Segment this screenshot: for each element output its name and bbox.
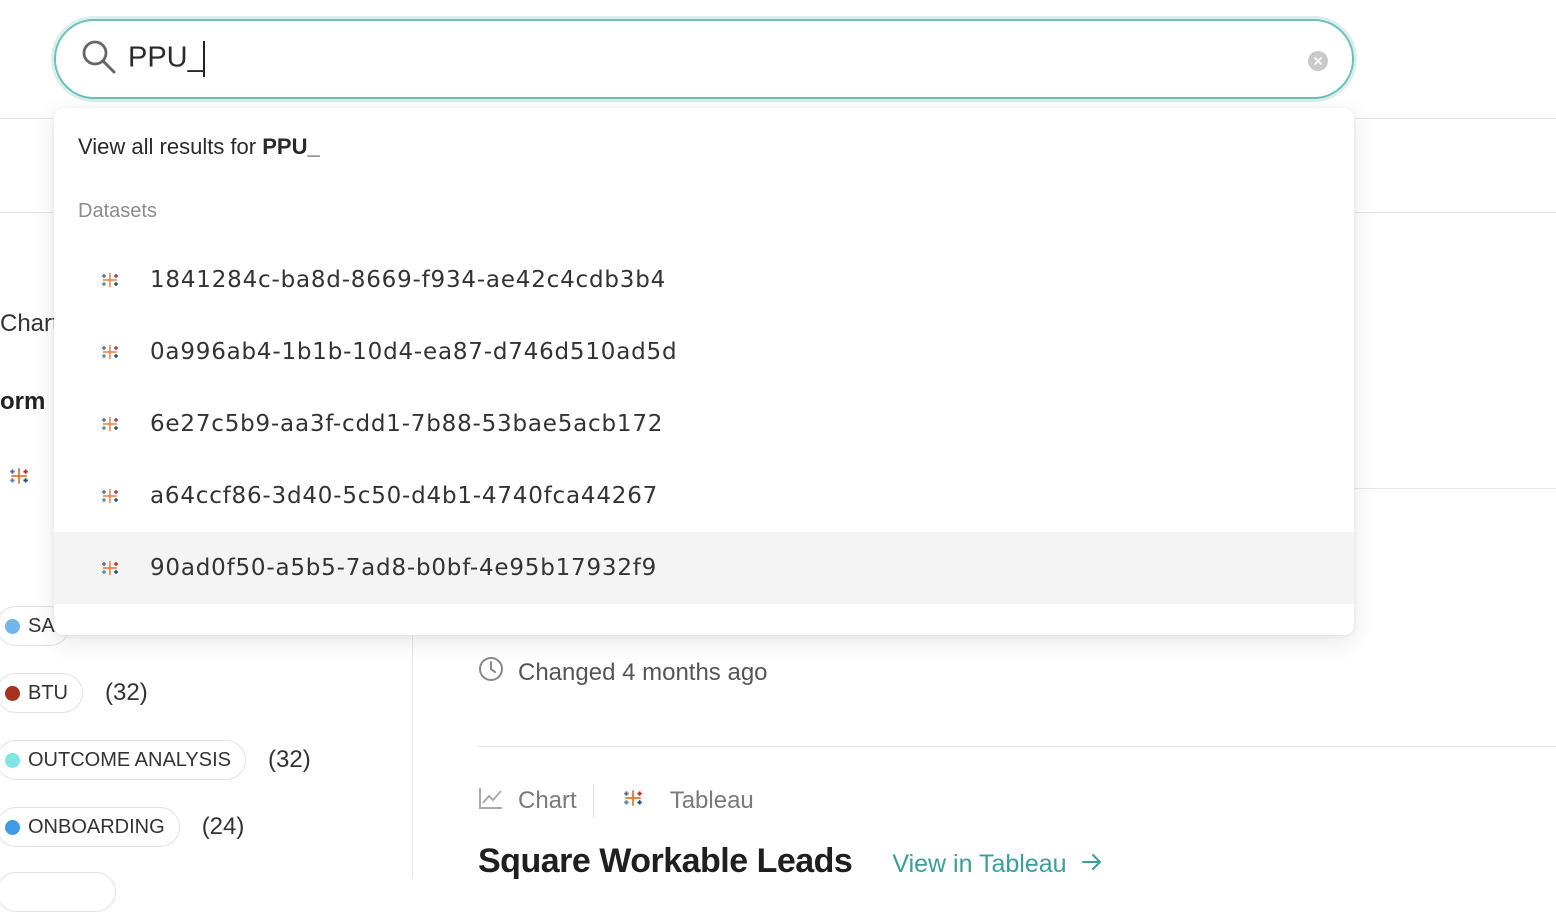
tag-count: (32) bbox=[105, 679, 148, 706]
tableau-icon bbox=[622, 787, 644, 816]
search-icon bbox=[80, 38, 118, 81]
tag-label: BTU bbox=[28, 681, 68, 704]
text-caret bbox=[202, 41, 205, 77]
asset-type: Chart bbox=[478, 786, 577, 817]
search-input[interactable]: PPU_ bbox=[128, 41, 205, 77]
tag-color-dot bbox=[5, 819, 20, 835]
arrow-right-icon bbox=[1081, 850, 1103, 879]
section-label-datasets: Datasets bbox=[78, 200, 157, 222]
changed-text: Changed 4 months ago bbox=[518, 658, 768, 686]
sidebar-form-heading: orm bbox=[0, 388, 46, 415]
search-bar[interactable]: PPU_ bbox=[54, 19, 1354, 99]
tableau-icon bbox=[8, 465, 30, 492]
tag-label: SA bbox=[28, 614, 55, 637]
asset-title-row: Square Workable Leads View in Tableau bbox=[478, 842, 1103, 881]
tag-chip[interactable]: BTU bbox=[0, 673, 83, 713]
view-all-results-link[interactable]: View all results for PPU_ bbox=[78, 134, 320, 160]
view-in-tableau-label: View in Tableau bbox=[892, 850, 1067, 878]
tag-color-dot bbox=[5, 618, 20, 634]
asset-meta: Chart Tableau bbox=[478, 784, 754, 818]
tag-count: (32) bbox=[268, 746, 311, 773]
asset-title: Square Workable Leads bbox=[478, 842, 853, 880]
tableau-icon bbox=[100, 270, 120, 290]
tag-label: ONBOARDING bbox=[28, 815, 165, 838]
tag-row: OUTCOME ANALYSIS (32) bbox=[0, 740, 311, 780]
meta-divider bbox=[478, 746, 1556, 747]
tag-count: (24) bbox=[201, 813, 245, 840]
dataset-result[interactable]: 6e27c5b9-aa3f-cdd1-7b88-53bae5acb172 bbox=[54, 388, 1354, 460]
changed-info: Changed 4 months ago bbox=[478, 656, 768, 689]
tableau-icon bbox=[100, 486, 120, 506]
asset-type-label: Chart bbox=[518, 787, 577, 814]
tag-row: BTU (32) bbox=[0, 673, 148, 713]
dataset-result-label: 0a996ab4-1b1b-10d4-ea87-d746d510ad5d bbox=[150, 339, 678, 365]
dataset-result-label: 1841284c-ba8d-8669-f934-ae42c4cdb3b4 bbox=[150, 267, 667, 293]
view-all-prefix: View all results for bbox=[78, 134, 263, 159]
dataset-result-highlighted[interactable]: 90ad0f50-a5b5-7ad8-b0bf-4e95b17932f9 bbox=[54, 532, 1354, 604]
tag-row-partial bbox=[0, 872, 116, 912]
tag-chip[interactable]: OUTCOME ANALYSIS bbox=[0, 740, 247, 780]
sidebar-chart-heading: Chart bbox=[0, 310, 59, 337]
dataset-result[interactable]: 0a996ab4-1b1b-10d4-ea87-d746d510ad5d bbox=[54, 316, 1354, 388]
sidebar-divider bbox=[412, 636, 413, 878]
tableau-icon bbox=[100, 342, 120, 362]
dataset-result-label: 90ad0f50-a5b5-7ad8-b0bf-4e95b17932f9 bbox=[150, 555, 658, 581]
tag-chip[interactable]: ONBOARDING bbox=[0, 807, 180, 847]
tag-color-dot bbox=[5, 752, 20, 768]
tableau-icon bbox=[100, 558, 120, 578]
view-all-query: PPU_ bbox=[262, 134, 320, 159]
tag-label: OUTCOME ANALYSIS bbox=[28, 748, 232, 771]
tag-chip[interactable] bbox=[0, 872, 116, 912]
tag-row: ONBOARDING (24) bbox=[0, 807, 244, 847]
view-in-tableau-link[interactable]: View in Tableau bbox=[892, 850, 1102, 879]
dataset-result-label: 6e27c5b9-aa3f-cdd1-7b88-53bae5acb172 bbox=[150, 411, 664, 437]
clear-search-icon[interactable] bbox=[1308, 51, 1328, 71]
clock-icon bbox=[478, 656, 504, 689]
search-query-text: PPU_ bbox=[128, 41, 204, 74]
search-results-dropdown: View all results for PPU_ Datasets 18412… bbox=[54, 108, 1354, 635]
asset-source: Tableau bbox=[622, 787, 754, 816]
dataset-result-label: a64ccf86-3d40-5c50-d4b1-4740fca44267 bbox=[150, 483, 659, 509]
line-chart-icon bbox=[478, 786, 504, 817]
dataset-result[interactable]: 1841284c-ba8d-8669-f934-ae42c4cdb3b4 bbox=[54, 244, 1354, 316]
dataset-result[interactable]: a64ccf86-3d40-5c50-d4b1-4740fca44267 bbox=[54, 460, 1354, 532]
tag-color-dot bbox=[5, 685, 20, 701]
content-divider bbox=[1354, 488, 1556, 489]
asset-source-label: Tableau bbox=[669, 787, 754, 814]
meta-separator bbox=[592, 784, 594, 818]
tableau-icon bbox=[100, 414, 120, 434]
